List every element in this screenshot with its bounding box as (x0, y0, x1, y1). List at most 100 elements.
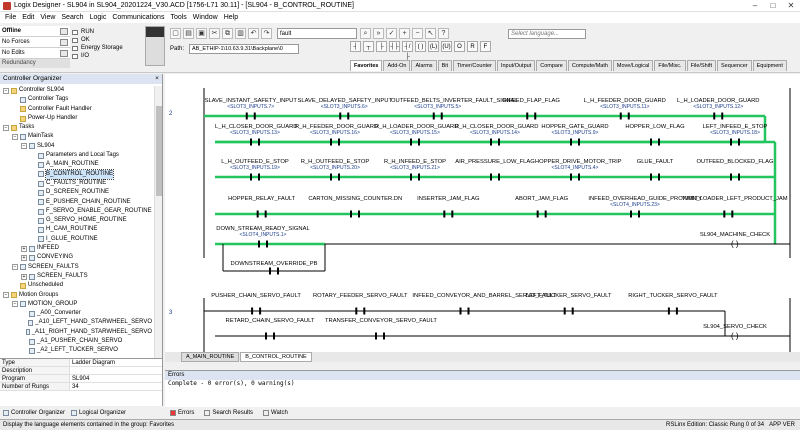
ote-icon[interactable]: ( ) (415, 41, 426, 52)
ote-coil[interactable]: SL904_SERVO_CHECK (695, 324, 775, 330)
path-input[interactable]: AB_ETHIP-1\10.63.9.31\Backplane\0 (189, 44, 300, 54)
xic-contact[interactable]: INFEED_OVERHEAD_GUIDE_PROXIMITY <SLOT4_IN… (588, 196, 702, 208)
tab-favorites[interactable]: Favorites (350, 60, 383, 71)
xic-contact[interactable]: R_H_FEEDER_DOOR_GUARD <SLOT3_INPUTS.16> (295, 124, 378, 136)
menu-view[interactable]: View (37, 14, 58, 21)
xic-contact[interactable]: R_H_LOADER_DOOR_GUARD <SLOT3_INPUTS.15> (375, 124, 458, 136)
tree-node[interactable]: _A11_RIGHT_HAND_STARWHEEL_SERVO (0, 328, 152, 337)
tree-node[interactable]: E_PUSHER_CHAIN_ROUTINE (0, 198, 152, 207)
xic-contact[interactable]: DOWN_STREAM_READY_SIGNAL <SLOT4_INPUTS.1> (208, 226, 318, 238)
rung-number[interactable]: 2 (169, 111, 172, 117)
mode-dropdown[interactable]: Offline (0, 26, 70, 37)
xic-contact[interactable]: TWIN_LOADER_LEFT_PRODUCT_JAM (682, 196, 788, 202)
tree-node[interactable]: + CONVEYING (0, 253, 152, 262)
expander-icon[interactable]: − (12, 301, 18, 308)
osr-icon[interactable]: R (467, 41, 478, 52)
tab-b-control-routine[interactable]: B_CONTROL_ROUTINE (240, 352, 312, 362)
xio-icon[interactable]: ┤/├ (402, 41, 413, 60)
tree-node[interactable]: I_GLUE_ROUTINE (0, 235, 152, 244)
menu-search[interactable]: Search (58, 14, 86, 21)
tab-sequencer[interactable]: Sequencer (716, 60, 752, 71)
xic-contact[interactable]: DOWNSTREAM_OVERRIDE_PB (224, 261, 324, 267)
expander-icon[interactable]: + (21, 245, 27, 252)
tab-a-main-routine[interactable]: A_MAIN_ROUTINE (181, 352, 240, 362)
tree-node[interactable]: G_SERVO_HOME_ROUTINE (0, 216, 152, 225)
verify-icon[interactable]: ✓ (386, 27, 397, 39)
close-button[interactable]: ✕ (782, 0, 800, 12)
tree-node[interactable]: _A10_LEFT_HAND_STARWHEEL_SERVO (0, 318, 152, 327)
tree-node[interactable]: Unscheduled (0, 281, 152, 290)
otu-icon[interactable]: (U) (441, 41, 452, 52)
undo-icon[interactable]: ↶ (248, 27, 259, 39)
rung-icon[interactable]: ┤ (350, 41, 361, 52)
xic-contact[interactable]: L_H_LOADER_DOOR_GUARD <SLOT3_INPUTS.12> (672, 98, 766, 110)
xic-contact[interactable]: R_H_INFEED_E_STOP <SLOT3_INPUTS.21> (375, 159, 455, 171)
find-next-icon[interactable]: » (373, 27, 384, 39)
tree-node[interactable]: − Motion Groups (0, 291, 152, 300)
expander-icon[interactable]: − (3, 124, 9, 131)
tree-node[interactable]: F_SERVO_ENABLE_GEAR_ROUTINE (0, 207, 152, 216)
minimize-button[interactable]: – (746, 0, 764, 12)
tab-watch[interactable]: Watch (258, 410, 293, 416)
tree-node[interactable]: _A2_LEFT_TUCKER_SERVO (0, 346, 152, 355)
tab-timer-counter[interactable]: Timer/Counter (452, 60, 496, 71)
tree-node[interactable]: _A00_Converter (0, 309, 152, 318)
open-icon[interactable]: ▤ (183, 27, 194, 39)
branch-icon[interactable]: ┬ (363, 41, 374, 52)
expander-icon[interactable]: − (3, 292, 9, 299)
xic-contact[interactable]: OUTFEED_BLOCKED_FLAG (695, 159, 775, 165)
zoom-in-icon[interactable]: + (399, 27, 410, 39)
ladder-editor[interactable]: ( ) ( ) 2 3 SLAVE_INSTANT_SAFETY_INPUT <SLOT… (165, 74, 800, 358)
xic-contact[interactable]: HOPPER_RELAY_FAULT (215, 196, 308, 202)
xic-contact[interactable]: RIGHT_TUCKER_SERVO_FAULT (621, 293, 725, 299)
tree-node[interactable]: Controller Fault Handler (0, 105, 152, 114)
xic-contact[interactable]: R_H_CLOSER_DOOR_GUARD <SLOT3_INPUTS.14> (455, 124, 538, 136)
tab-controller-organizer[interactable]: Controller Organizer (0, 409, 68, 416)
xic-contact[interactable]: L_H_OUTFEED_E_STOP <SLOT3_INPUTS.19> (215, 159, 295, 171)
new-icon[interactable]: ▢ (170, 27, 181, 39)
xic-contact[interactable]: L_H_FEEDER_DOOR_GUARD <SLOT3_INPUTS.11> (578, 98, 672, 110)
tree-node[interactable]: − Controller SL904 (0, 86, 152, 95)
find-icon[interactable]: ⌕ (360, 27, 371, 39)
xic-contact[interactable]: R_H_OUTFEED_E_STOP <SLOT3_INPUTS.20> (295, 159, 375, 171)
expander-icon[interactable]: − (12, 134, 18, 141)
expander-icon[interactable]: − (3, 87, 9, 94)
xic-contact[interactable]: LEFT_TUCKER_SERVO_FAULT (517, 293, 621, 299)
xic-contact[interactable]: PUSHER_CHAIN_SERVO_FAULT (204, 293, 308, 299)
search-input[interactable]: fault (277, 27, 357, 39)
xic-contact[interactable]: INSERTER_JAM_FLAG (402, 196, 495, 202)
organizer-scrollbar[interactable] (154, 86, 162, 358)
tree-node[interactable]: Parameters and Local Tags (0, 151, 152, 160)
pointer-icon[interactable]: ↖ (425, 27, 436, 39)
tree-node[interactable]: − MainTask (0, 132, 152, 141)
tab-bit[interactable]: Bit (437, 60, 452, 71)
expander-icon[interactable]: − (21, 143, 27, 150)
edits-dropdown[interactable]: No Edits (0, 48, 70, 59)
menu-file[interactable]: File (2, 14, 19, 21)
otl-icon[interactable]: (L) (428, 41, 439, 52)
save-icon[interactable]: ▣ (196, 27, 207, 39)
menu-window[interactable]: Window (190, 14, 221, 21)
expander-icon[interactable]: − (12, 264, 18, 271)
menu-logic[interactable]: Logic (87, 14, 110, 21)
xic-contact[interactable]: GLUE_FAULT (615, 159, 695, 165)
tree-node[interactable]: − Tasks (0, 123, 152, 132)
tab-errors[interactable]: Errors (165, 410, 199, 416)
xic-contact[interactable]: SLAVE_DELAYED_SAFETY_INPUT <SLOT3_INPUTS.… (298, 98, 393, 110)
expander-icon[interactable]: + (21, 254, 27, 261)
xic-contact[interactable]: SLAVE_INSTANT_SAFETY_INPUT <SLOT3_INPUTS.… (204, 98, 298, 110)
tab-compare[interactable]: Compare (536, 60, 567, 71)
tree-node[interactable]: − SCREEN_FAULTS (0, 263, 152, 272)
expander-icon[interactable]: + (21, 273, 27, 280)
maximize-button[interactable]: □ (764, 0, 782, 12)
rung-number[interactable]: 3 (169, 310, 172, 316)
menu-help[interactable]: Help (221, 14, 241, 21)
xic-contact[interactable]: INFEED_CONVEYOR_AND_BARREL_SERVO_FAULT (412, 293, 556, 299)
tree-node[interactable]: + INFEED (0, 244, 152, 253)
tab-logical-organizer[interactable]: Logical Organizer (68, 409, 129, 416)
branch-level-icon[interactable]: ├ (376, 41, 387, 52)
xic-contact[interactable]: AIR_PRESSURE_LOW_FLAG (455, 159, 535, 165)
tab-add-on[interactable]: Add-On (383, 60, 411, 71)
xic-contact[interactable]: ROTARY_FEEDER_SERVO_FAULT (308, 293, 412, 299)
tab-compute-math[interactable]: Compute/Math (567, 60, 612, 71)
